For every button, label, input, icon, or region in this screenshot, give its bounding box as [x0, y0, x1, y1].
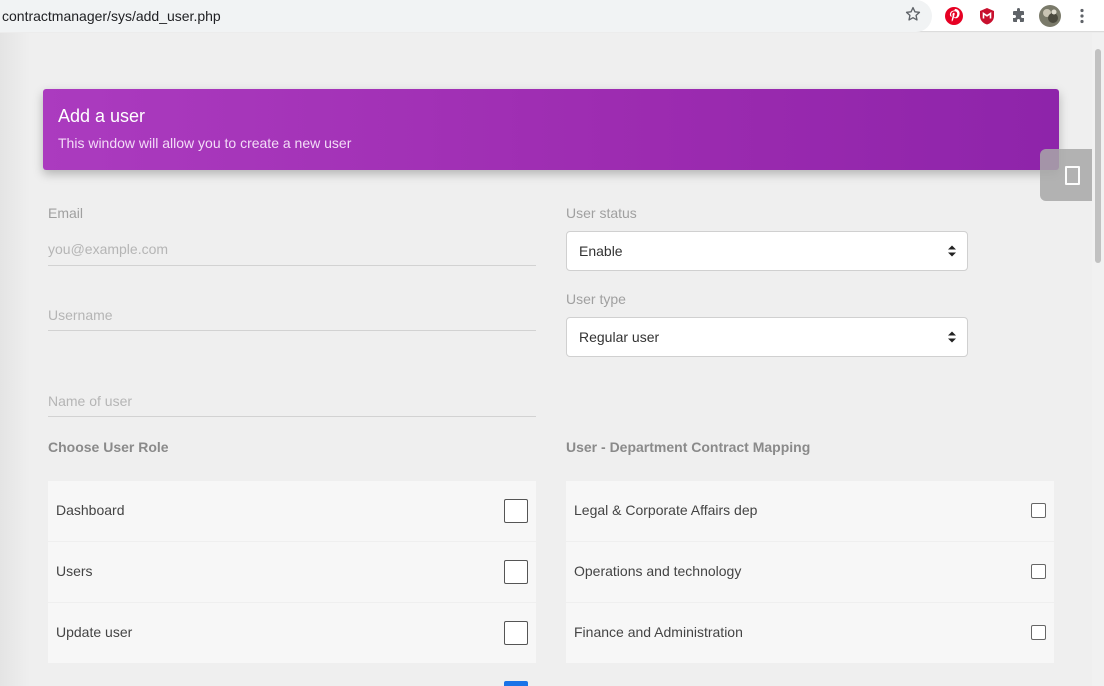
department-checkbox-legal[interactable] [1031, 503, 1046, 518]
role-checkbox-dashboard[interactable] [504, 499, 528, 523]
department-row-finance[interactable]: Finance and Administration [566, 603, 1054, 663]
role-label: Users [56, 563, 93, 579]
role-checkbox-next-checked[interactable] [504, 681, 528, 686]
extensions-puzzle-icon[interactable] [1009, 6, 1029, 26]
address-bar[interactable]: contractmanager/sys/add_user.php [0, 0, 932, 32]
browser-toolbar: contractmanager/sys/add_user.php [0, 0, 1104, 32]
user-type-label: User type [566, 291, 626, 307]
email-underline [48, 265, 536, 266]
role-label: Dashboard [56, 502, 125, 518]
page-subtitle: This window will allow you to create a n… [58, 135, 352, 151]
email-label: Email [48, 205, 84, 221]
user-status-value: Enable [579, 243, 623, 259]
user-type-select[interactable]: Regular user [566, 317, 968, 357]
email-field[interactable]: you@example.com [48, 241, 168, 257]
user-status-select[interactable]: Enable [566, 231, 968, 271]
username-field[interactable]: Username [48, 307, 113, 323]
address-bar-url[interactable]: contractmanager/sys/add_user.php [2, 8, 221, 24]
role-label: Update user [56, 624, 133, 640]
profile-avatar[interactable] [1039, 5, 1061, 27]
scrollbar-thumb[interactable] [1095, 49, 1101, 263]
mcafee-shield-icon[interactable] [977, 6, 997, 26]
name-of-user-underline [48, 416, 536, 417]
department-checkbox-operations[interactable] [1031, 564, 1046, 579]
page-scrollbar[interactable] [1092, 33, 1104, 686]
department-label: Finance and Administration [574, 624, 743, 640]
name-of-user-field[interactable]: Name of user [48, 393, 132, 409]
select-arrows-icon [948, 245, 956, 257]
user-role-section-title: Choose User Role [48, 439, 169, 455]
department-row-operations[interactable]: Operations and technology [566, 542, 1054, 602]
department-label: Operations and technology [574, 563, 742, 579]
bookmark-star-icon[interactable] [904, 5, 922, 23]
select-arrows-icon [948, 331, 956, 343]
role-checkbox-users[interactable] [504, 560, 528, 584]
role-row-update-user[interactable]: Update user [48, 603, 536, 663]
department-row-legal[interactable]: Legal & Corporate Affairs dep [566, 481, 1054, 541]
user-status-label: User status [566, 205, 637, 221]
pinterest-icon[interactable] [944, 6, 964, 26]
page-title: Add a user [58, 106, 146, 126]
department-checkbox-finance[interactable] [1031, 625, 1046, 640]
department-label: Legal & Corporate Affairs dep [574, 502, 758, 518]
username-underline [48, 330, 536, 331]
document-icon [1065, 166, 1080, 185]
page-header-card: Add a user This window will allow you to… [43, 89, 1059, 170]
role-row-users[interactable]: Users [48, 542, 536, 602]
role-checkbox-update-user[interactable] [504, 621, 528, 645]
role-row-dashboard[interactable]: Dashboard [48, 481, 536, 541]
page-content: Add a user This window will allow you to… [0, 33, 1092, 686]
side-panel-toggle[interactable] [1040, 149, 1092, 201]
browser-menu-icon[interactable] [1072, 6, 1092, 26]
user-type-value: Regular user [579, 329, 660, 345]
department-mapping-section-title: User - Department Contract Mapping [566, 439, 811, 455]
